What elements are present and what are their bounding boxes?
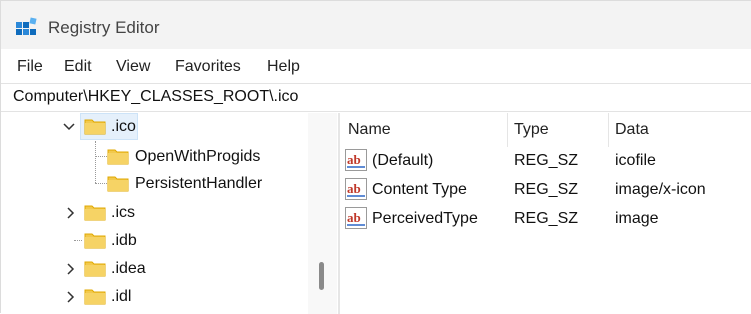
folder-icon xyxy=(84,119,106,135)
tree-item-ico[interactable]: .ico xyxy=(1,113,308,141)
menu-bar: File Edit View Favorites Help xyxy=(1,49,751,83)
value-data: image/x-icon xyxy=(615,181,706,198)
chevron-down-icon[interactable] xyxy=(62,120,76,134)
pane-splitter[interactable] xyxy=(338,113,340,314)
value-data: image xyxy=(615,210,659,227)
tree-item-label: .idea xyxy=(111,260,146,277)
folder-icon xyxy=(84,261,106,277)
window-title: Registry Editor xyxy=(48,18,160,37)
svg-text:ab: ab xyxy=(347,210,361,225)
tree-item-idb[interactable]: .idb xyxy=(1,227,308,255)
value-type: REG_SZ xyxy=(514,210,579,227)
folder-icon xyxy=(107,149,129,165)
value-data: icofile xyxy=(615,152,656,169)
value-type: REG_SZ xyxy=(514,181,579,198)
value-row[interactable]: ab (Default) REG_SZ icofile xyxy=(341,146,751,175)
tree-item-label: .ico xyxy=(111,118,136,135)
values-list: Name Type Data ab (Default) REG_SZ icofi… xyxy=(341,113,751,314)
tree-item-label: .idl xyxy=(111,288,132,305)
address-input[interactable] xyxy=(13,88,713,106)
tree-item-label: .idb xyxy=(111,232,137,249)
title-bar[interactable]: Registry Editor xyxy=(1,1,751,49)
svg-text:ab: ab xyxy=(347,181,361,196)
column-divider[interactable] xyxy=(507,113,508,147)
tree-item-label: .ics xyxy=(111,204,135,221)
string-value-icon: ab xyxy=(345,178,367,200)
column-divider[interactable] xyxy=(608,113,609,147)
registry-editor-window: Registry Editor File Edit View Favorites… xyxy=(0,0,751,314)
tree-scrollbar[interactable] xyxy=(308,113,337,314)
scrollbar-thumb[interactable] xyxy=(319,262,324,290)
tree-item-idl[interactable]: .idl xyxy=(1,283,308,311)
value-row[interactable]: ab PerceivedType REG_SZ image xyxy=(341,204,751,233)
chevron-right-icon[interactable] xyxy=(63,290,77,304)
registry-icon xyxy=(16,17,37,35)
chevron-right-icon[interactable] xyxy=(63,206,77,220)
folder-icon xyxy=(84,233,106,249)
menu-view[interactable]: View xyxy=(116,58,150,76)
folder-icon xyxy=(107,176,129,192)
menu-edit[interactable]: Edit xyxy=(64,58,92,76)
string-value-icon: ab xyxy=(345,149,367,171)
value-name: Content Type xyxy=(372,181,467,198)
tree-item-label: PersistentHandler xyxy=(135,175,263,192)
tree-item-idea[interactable]: .idea xyxy=(1,255,308,283)
value-name: (Default) xyxy=(372,152,434,169)
tree-item-openwithprogids[interactable]: OpenWithProgids xyxy=(1,143,308,171)
tree-item-persistenthandler[interactable]: PersistentHandler xyxy=(1,170,308,198)
menu-favorites[interactable]: Favorites xyxy=(175,58,241,76)
value-name: PerceivedType xyxy=(372,210,478,227)
string-value-icon: ab xyxy=(345,207,367,229)
tree-item-ics[interactable]: .ics xyxy=(1,199,308,227)
folder-icon xyxy=(84,289,106,305)
menu-help[interactable]: Help xyxy=(267,58,300,76)
address-bar xyxy=(1,83,751,112)
chevron-right-icon[interactable] xyxy=(63,262,77,276)
tree-item-label: OpenWithProgids xyxy=(135,148,261,165)
column-header-data[interactable]: Data xyxy=(615,121,649,139)
value-type: REG_SZ xyxy=(514,152,579,169)
value-row[interactable]: ab Content Type REG_SZ image/x-icon xyxy=(341,175,751,204)
menu-file[interactable]: File xyxy=(17,58,43,76)
folder-icon xyxy=(84,205,106,221)
svg-text:ab: ab xyxy=(347,152,361,167)
column-header-name[interactable]: Name xyxy=(348,121,391,139)
column-header-type[interactable]: Type xyxy=(514,121,549,139)
registry-tree: .ico OpenWithProgids PersistentHandler .… xyxy=(1,113,338,314)
